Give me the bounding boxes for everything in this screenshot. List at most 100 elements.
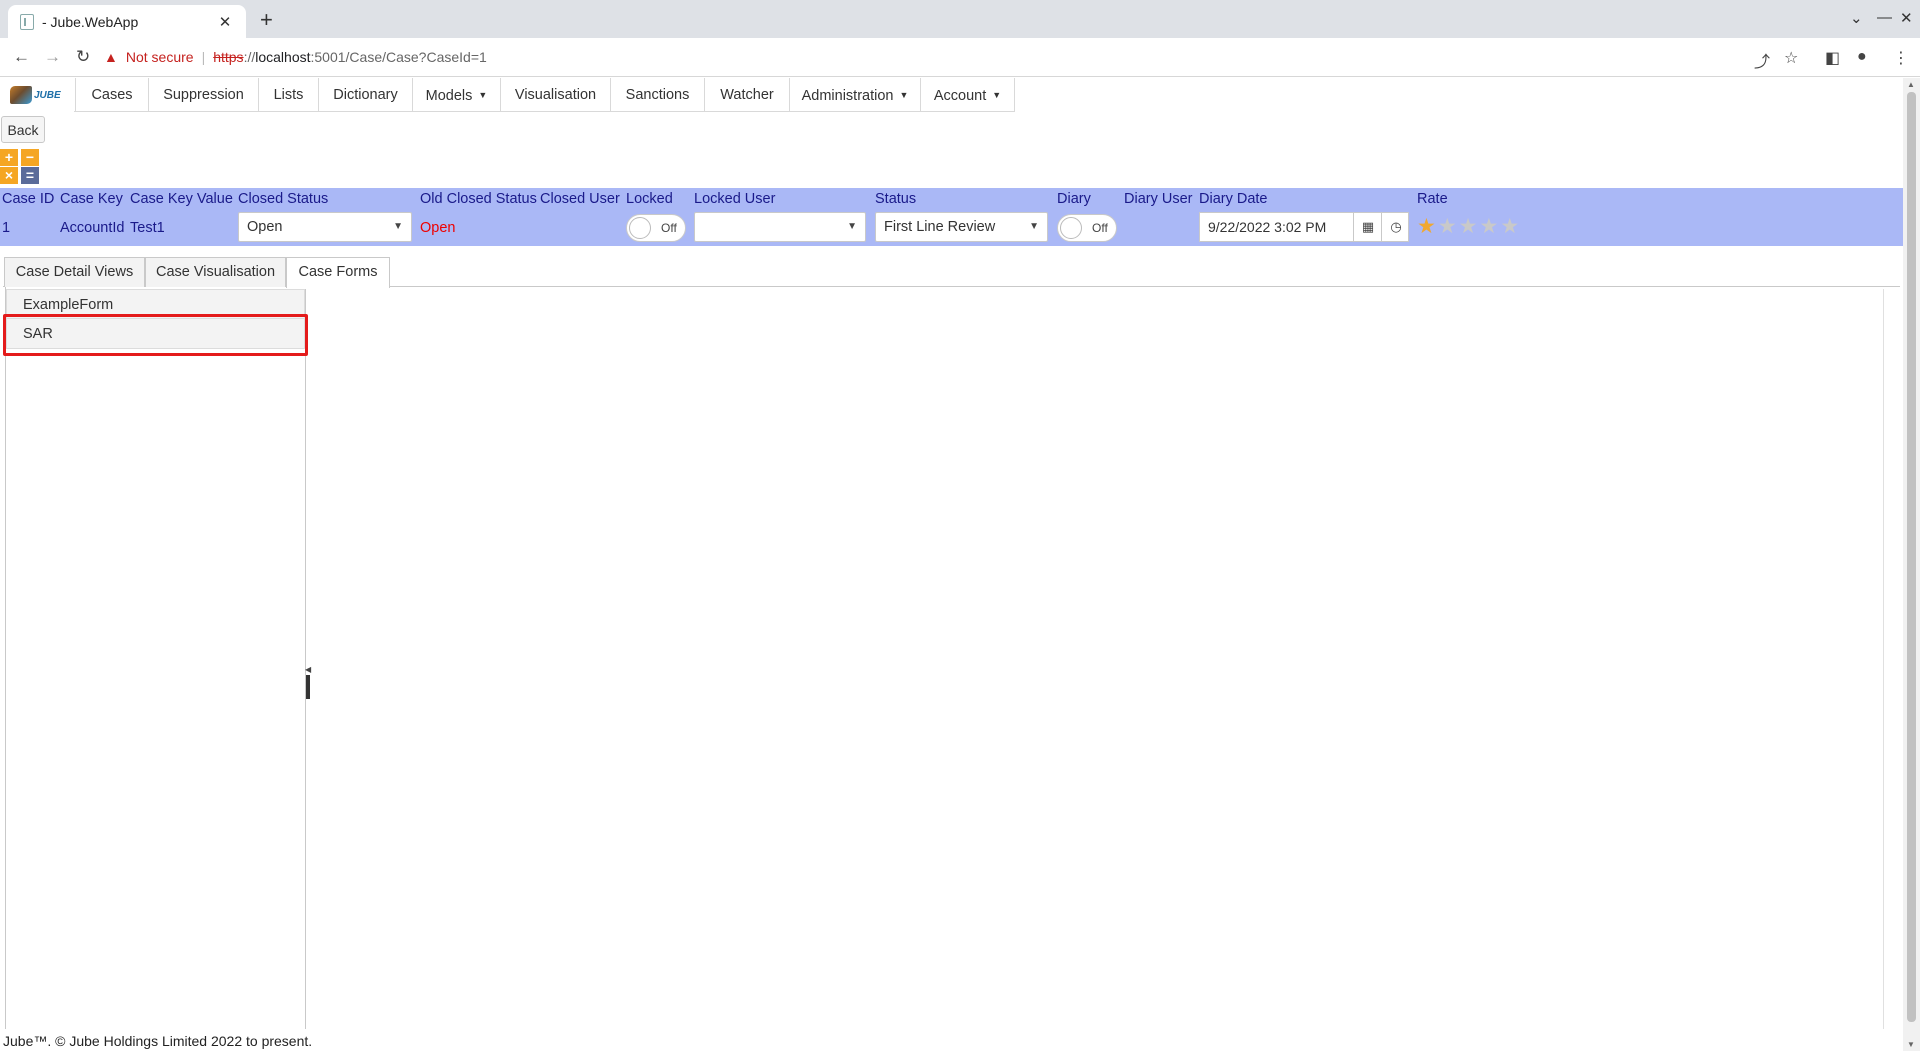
menu-sanctions[interactable]: Sanctions <box>610 78 704 112</box>
panel-splitter[interactable] <box>306 675 310 699</box>
equals-tile-icon[interactable]: = <box>21 167 39 184</box>
menu-label: Sanctions <box>625 87 690 103</box>
share-icon[interactable]: ⤴ <box>1754 48 1770 72</box>
star-icon[interactable]: ★ <box>1417 214 1436 239</box>
menu-account[interactable]: Account ▼ <box>920 78 1014 112</box>
new-tab-icon[interactable]: + <box>260 7 273 33</box>
header-diary-user: Diary User <box>1124 191 1193 207</box>
forms-list-panel: ExampleForm SAR <box>5 289 306 1029</box>
close-tab-icon[interactable]: ✕ <box>216 13 234 31</box>
forward-arrow-icon[interactable]: → <box>44 47 61 67</box>
case-key-value: AccountId <box>60 220 125 236</box>
scroll-up-icon[interactable]: ▲ <box>1907 80 1915 89</box>
menu-cases[interactable]: Cases <box>75 78 148 112</box>
tab-case-visualisation[interactable]: Case Visualisation <box>145 257 286 287</box>
header-locked-user: Locked User <box>694 191 776 207</box>
diary-toggle-label: Off <box>1092 221 1108 235</box>
tab-case-detail-views[interactable]: Case Detail Views <box>4 257 145 287</box>
header-diary-date: Diary Date <box>1199 191 1268 207</box>
close-window-icon[interactable]: ✕ <box>1900 9 1913 27</box>
menu-label: Account <box>933 88 987 104</box>
rate-stars[interactable]: ★ ★ ★ ★ ★ <box>1417 214 1519 239</box>
tab-case-forms[interactable]: Case Forms <box>286 257 390 288</box>
menu-label: Models <box>425 88 473 104</box>
case-id-value: 1 <box>2 220 11 236</box>
url-host: localhost <box>255 49 311 65</box>
menu-watcher[interactable]: Watcher <box>704 78 789 112</box>
closed-status-selected: Open <box>247 219 283 235</box>
header-old-closed-status: Old Closed Status <box>420 191 537 207</box>
menu-dictionary[interactable]: Dictionary <box>318 78 412 112</box>
minimize-icon[interactable]: — <box>1877 9 1892 26</box>
url-scheme: https <box>213 49 244 65</box>
menu-lists[interactable]: Lists <box>258 78 318 112</box>
calendar-icon[interactable]: ▦ <box>1353 213 1382 241</box>
chevron-down-icon: ▼ <box>847 221 857 232</box>
header-locked: Locked <box>626 191 673 207</box>
diary-date-picker[interactable]: 9/22/2022 3:02 PM ▦ ◷ <box>1199 212 1409 242</box>
dropdown-caret-icon: ▼ <box>899 90 909 100</box>
header-status: Status <box>875 191 917 207</box>
status-select[interactable]: First Line Review ▼ <box>875 212 1048 242</box>
star-icon[interactable]: ★ <box>1438 214 1457 239</box>
clock-icon[interactable]: ◷ <box>1381 213 1410 241</box>
star-icon[interactable]: ★ <box>1479 214 1498 239</box>
toggle-knob <box>1060 217 1082 239</box>
chevron-down-icon: ▼ <box>1029 221 1039 232</box>
locked-toggle-label: Off <box>661 221 677 235</box>
menu-label: Suppression <box>163 87 244 103</box>
scroll-down-icon[interactable]: ▼ <box>1907 1040 1915 1049</box>
plus-tile-icon[interactable]: + <box>0 149 18 166</box>
closed-status-select[interactable]: Open ▼ <box>238 212 412 242</box>
form-viewer-panel <box>313 289 1884 1029</box>
case-header-bar: Case ID Case Key Case Key Value Closed S… <box>0 188 1903 246</box>
page-favicon-icon <box>20 13 34 30</box>
star-icon[interactable]: ★ <box>1500 214 1519 239</box>
browser-menu-icon[interactable]: ⋮ <box>1893 48 1909 68</box>
menu-label: Lists <box>273 87 304 103</box>
menu-label: Dictionary <box>333 87 398 103</box>
header-diary: Diary <box>1057 191 1091 207</box>
toggle-knob <box>629 217 651 239</box>
tab-search-chevron-icon[interactable]: ⌄ <box>1850 9 1863 27</box>
browser-tab-title: - Jube.WebApp <box>42 13 139 30</box>
footer-copyright: Jube™. © Jube Holdings Limited 2022 to p… <box>3 1033 313 1049</box>
jube-logo[interactable]: JUBE <box>10 83 70 107</box>
collapse-arrow-icon[interactable]: ◀ <box>305 665 311 674</box>
profile-avatar-icon[interactable]: ● <box>1857 48 1867 66</box>
menu-models[interactable]: Models ▼ <box>412 78 500 112</box>
address-bar[interactable]: ▲ Not secure | https :// localhost :5001… <box>104 42 1804 72</box>
bookmark-star-icon[interactable]: ☆ <box>1784 48 1798 68</box>
back-arrow-icon[interactable]: ← <box>13 47 30 67</box>
reload-icon[interactable]: ↻ <box>76 47 90 67</box>
menu-administration[interactable]: Administration ▼ <box>789 78 920 112</box>
url-separator: :// <box>243 49 256 65</box>
menu-suppression[interactable]: Suppression <box>148 78 258 112</box>
times-tile-icon[interactable]: × <box>0 167 18 184</box>
scrollbar-thumb[interactable] <box>1907 92 1916 1022</box>
menu-label: Administration <box>801 88 894 104</box>
back-button[interactable]: Back <box>1 116 45 143</box>
browser-tab[interactable]: - Jube.WebApp ✕ <box>8 5 246 38</box>
logo-text: JUBE <box>34 89 61 101</box>
menu-visualisation[interactable]: Visualisation <box>500 78 610 112</box>
old-closed-status-value: Open <box>420 220 456 236</box>
page-scrollbar[interactable]: ▲ ▼ <box>1903 78 1920 1051</box>
security-label: Not secure <box>125 49 194 65</box>
star-icon[interactable]: ★ <box>1459 214 1478 239</box>
selected-form-highlight <box>3 314 308 356</box>
browser-toolbar: ← → ↻ ▲ Not secure | https :// localhost… <box>0 38 1920 77</box>
locked-user-select[interactable]: ▼ <box>694 212 866 242</box>
menu-label: Visualisation <box>514 87 597 103</box>
browser-tab-strip: - Jube.WebApp ✕ + ⌄ — ✕ <box>0 0 1920 38</box>
side-panel-icon[interactable]: ◧ <box>1825 48 1840 68</box>
menu-label: Watcher <box>720 87 774 103</box>
dropdown-caret-icon: ▼ <box>478 90 488 100</box>
minus-tile-icon[interactable]: − <box>21 149 39 166</box>
diary-toggle[interactable]: Off <box>1057 214 1117 242</box>
header-rate: Rate <box>1417 191 1448 207</box>
status-selected: First Line Review <box>884 219 996 235</box>
menu-underline <box>74 111 1015 112</box>
dropdown-caret-icon: ▼ <box>992 90 1002 100</box>
locked-toggle[interactable]: Off <box>626 214 686 242</box>
